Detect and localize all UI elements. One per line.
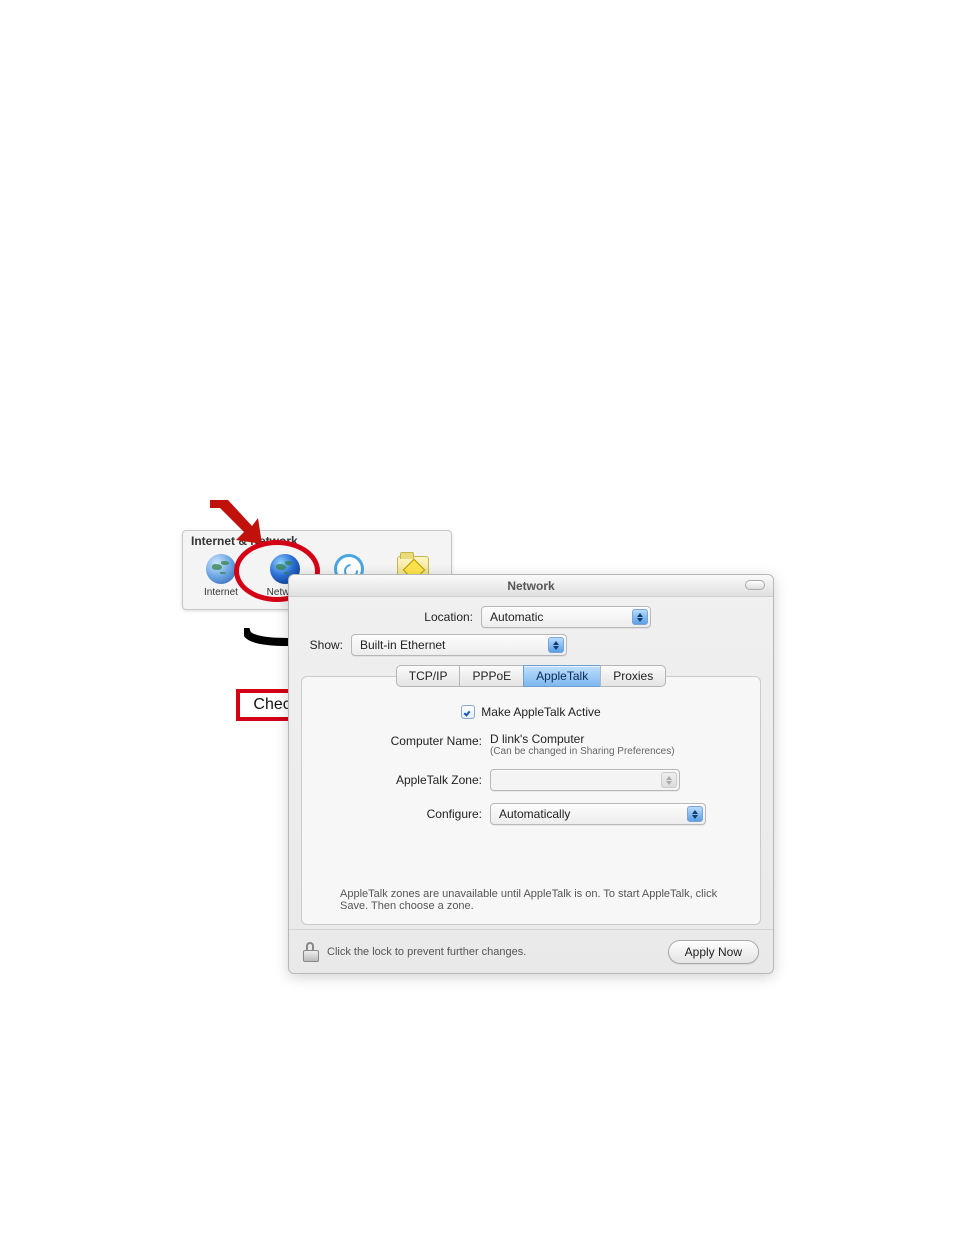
appletalk-hint: AppleTalk zones are unavailable until Ap… bbox=[314, 888, 748, 912]
chevron-updown-icon bbox=[632, 609, 648, 625]
configure-value: Automatically bbox=[499, 807, 570, 821]
computer-name-label: Computer Name: bbox=[330, 732, 490, 748]
prefs-item-label: Internet bbox=[204, 587, 238, 598]
make-appletalk-active-checkbox[interactable] bbox=[461, 705, 475, 719]
make-appletalk-active-label: Make AppleTalk Active bbox=[481, 705, 600, 719]
toolbar-toggle-button[interactable] bbox=[745, 580, 765, 590]
zone-label: AppleTalk Zone: bbox=[330, 773, 490, 787]
prefs-item-internet[interactable]: Internet bbox=[193, 552, 249, 598]
chevron-updown-icon bbox=[661, 772, 677, 788]
chevron-updown-icon bbox=[548, 637, 564, 653]
location-label: Location: bbox=[305, 610, 481, 624]
configure-select[interactable]: Automatically bbox=[490, 803, 706, 825]
show-value: Built-in Ethernet bbox=[360, 638, 445, 652]
computer-name-note: (Can be changed in Sharing Preferences) bbox=[490, 746, 675, 757]
tab-proxies[interactable]: Proxies bbox=[600, 665, 666, 687]
appletalk-panel: Make AppleTalk Active Computer Name: D l… bbox=[301, 676, 761, 925]
tab-tcpip[interactable]: TCP/IP bbox=[396, 665, 461, 687]
zone-select[interactable] bbox=[490, 769, 680, 791]
location-select[interactable]: Automatic bbox=[481, 606, 651, 628]
location-value: Automatic bbox=[490, 610, 543, 624]
show-label: Show: bbox=[305, 638, 351, 652]
window-title: Network bbox=[507, 579, 554, 593]
window-bottom-bar: Click the lock to prevent further change… bbox=[289, 929, 773, 973]
configure-label: Configure: bbox=[330, 807, 490, 821]
tab-bar: TCP/IP PPPoE AppleTalk Proxies bbox=[289, 665, 773, 687]
window-titlebar: Network bbox=[289, 575, 773, 597]
prefs-section-header: Internet & Network bbox=[183, 531, 451, 548]
lock-icon[interactable] bbox=[303, 942, 319, 962]
lock-hint-text: Click the lock to prevent further change… bbox=[327, 946, 668, 958]
tab-pppoe[interactable]: PPPoE bbox=[459, 665, 524, 687]
globe-icon bbox=[204, 552, 238, 586]
computer-name-value: D link's Computer bbox=[490, 732, 675, 746]
network-window: Network Location: Automatic Show: Built-… bbox=[288, 574, 774, 974]
show-select[interactable]: Built-in Ethernet bbox=[351, 634, 567, 656]
chevron-updown-icon bbox=[687, 806, 703, 822]
apply-now-button[interactable]: Apply Now bbox=[668, 940, 759, 964]
tab-appletalk[interactable]: AppleTalk bbox=[523, 665, 601, 687]
